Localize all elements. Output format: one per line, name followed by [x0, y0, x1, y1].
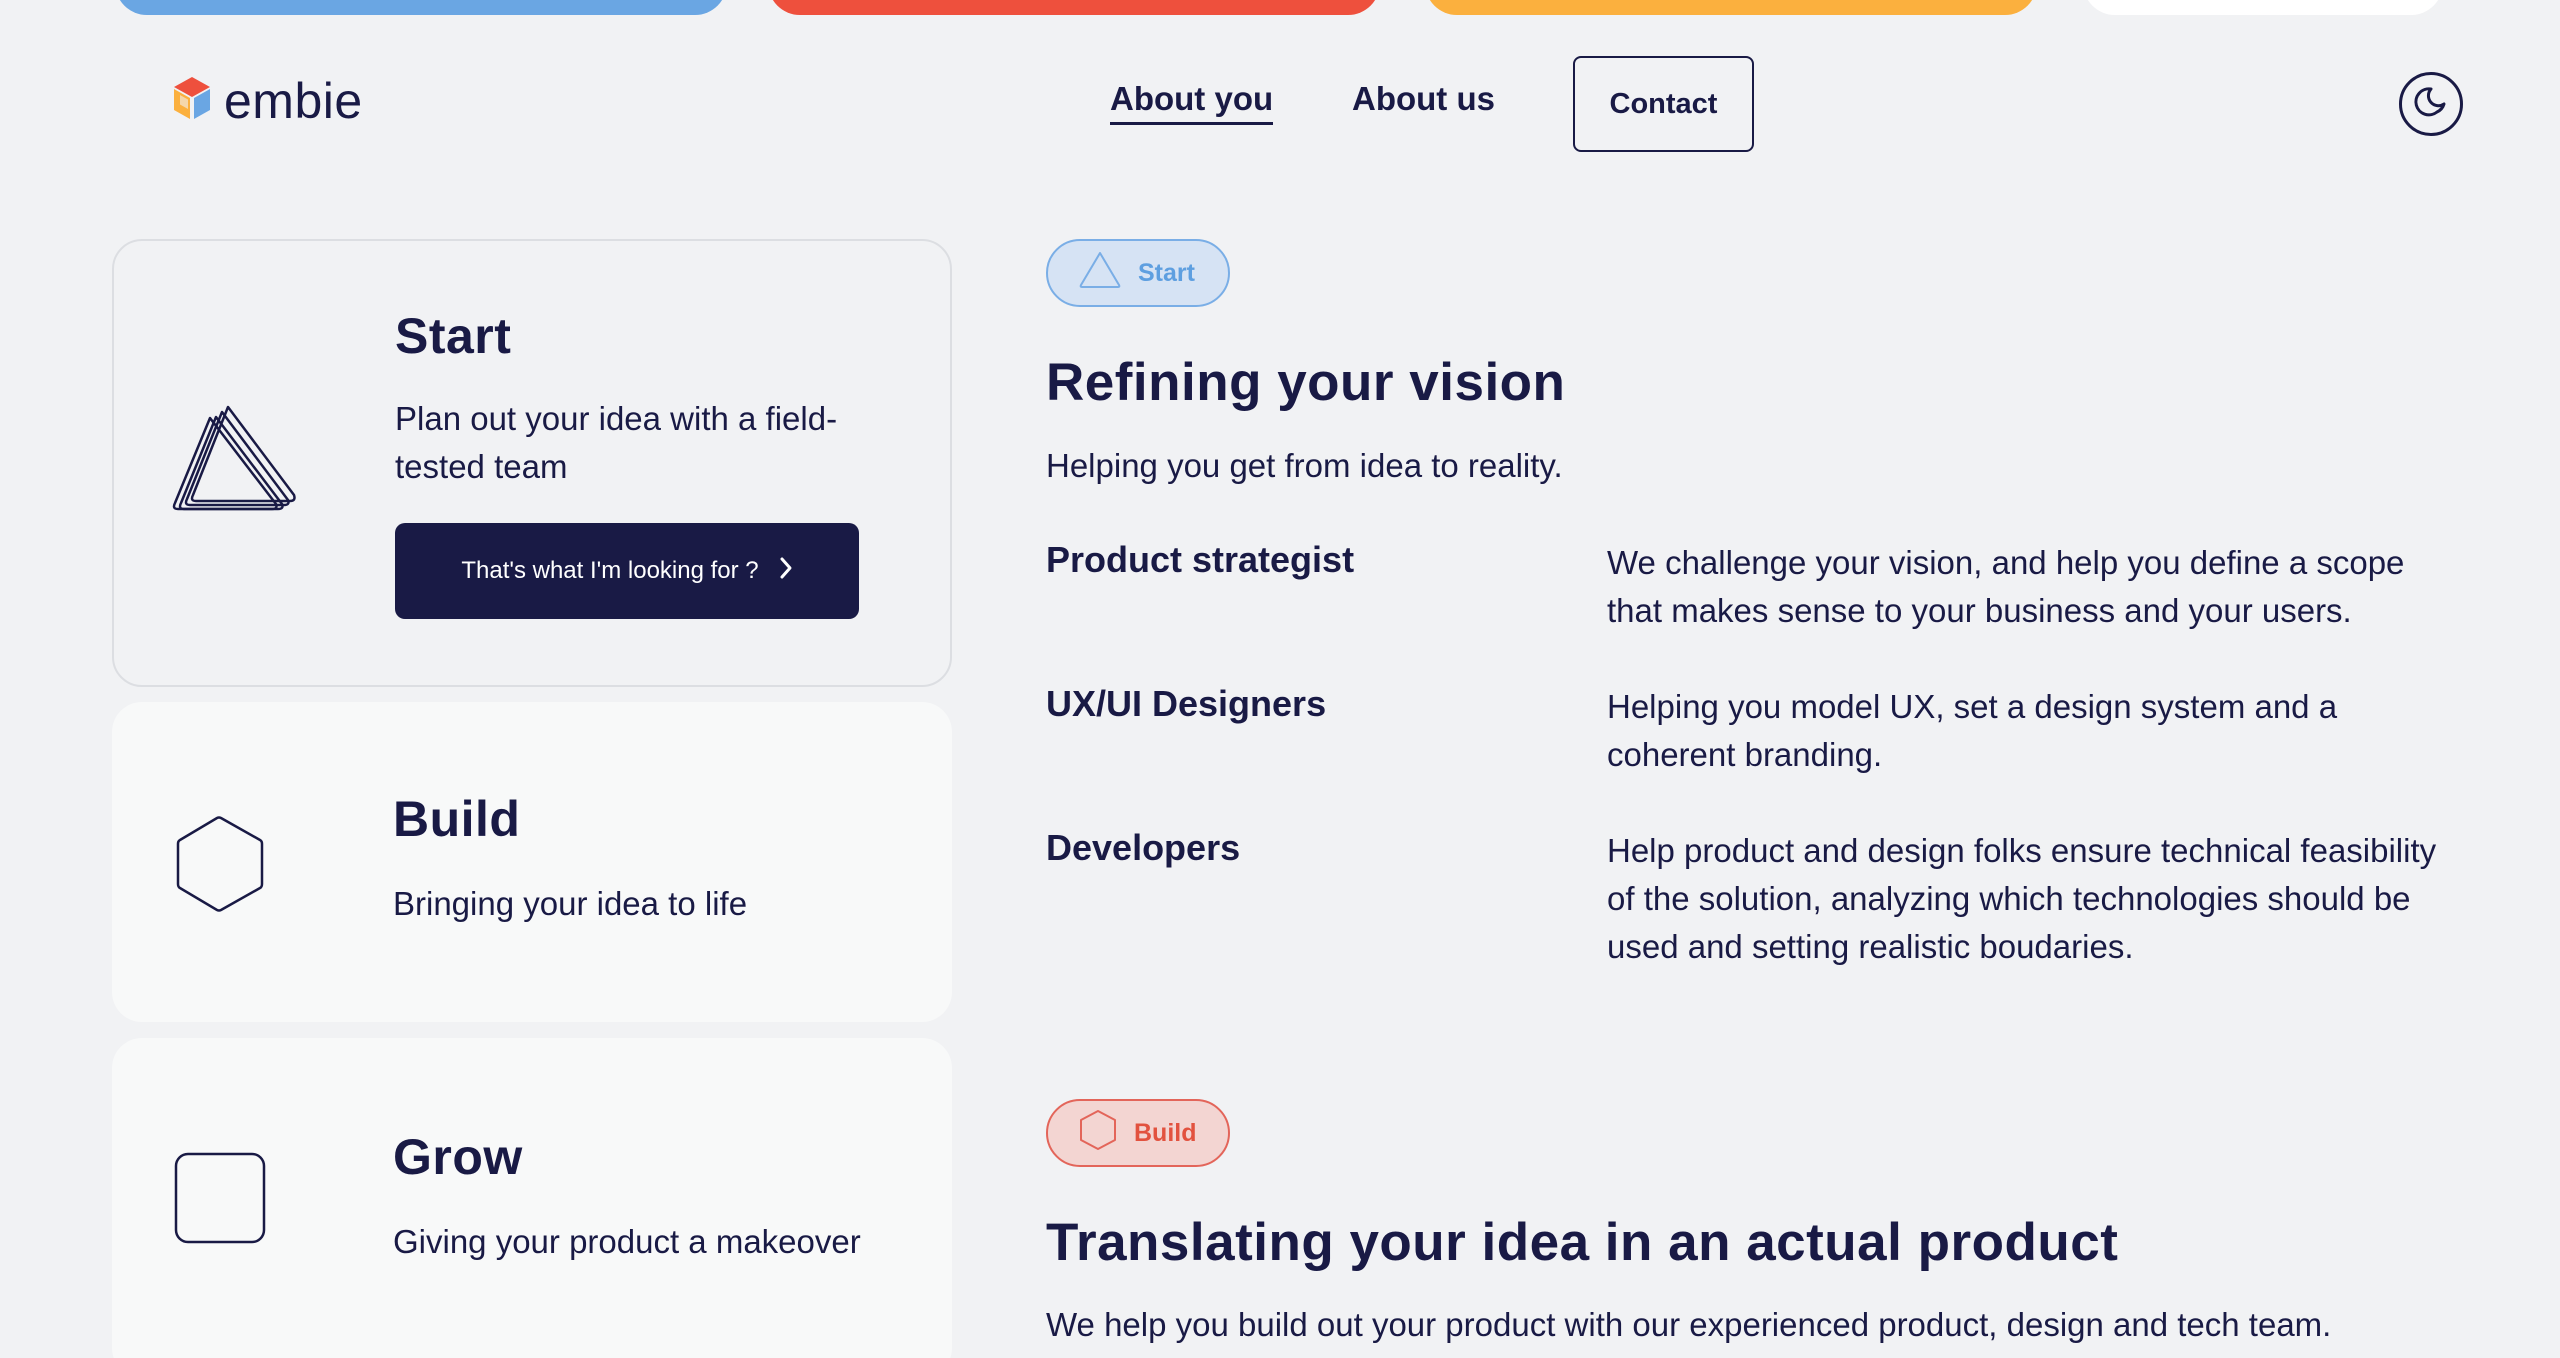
- card-description: Plan out your idea with a field-tested t…: [395, 400, 838, 485]
- card-title: Start: [395, 308, 512, 364]
- role-name: Developers: [1046, 827, 1241, 868]
- card-title: Grow: [393, 1129, 523, 1185]
- logo[interactable]: embie: [170, 72, 363, 130]
- section-title: Translating your idea in an actual produ…: [1046, 1213, 2119, 1272]
- badge-label: Start: [1138, 258, 1195, 287]
- cta-label: That's what I'm looking for ?: [461, 557, 759, 584]
- badge-label: Build: [1134, 1118, 1197, 1147]
- moon-icon: [2411, 82, 2451, 127]
- top-bar-yellow[interactable]: [1425, 0, 2037, 15]
- nav-about-us[interactable]: About us: [1352, 80, 1495, 118]
- rounded-square-icon: [174, 1152, 268, 1251]
- card-grow[interactable]: Grow Giving your product a makeover: [112, 1038, 952, 1358]
- contact-button[interactable]: Contact: [1573, 56, 1754, 152]
- top-bar-blue[interactable]: [115, 0, 727, 15]
- card-title: Build: [393, 791, 521, 847]
- theme-toggle-button[interactable]: [2399, 72, 2463, 136]
- role-description: Help product and design folks ensure tec…: [1607, 832, 2437, 965]
- card-description: Giving your product a makeover: [393, 1223, 861, 1260]
- section-subtitle: We help you build out your product with …: [1046, 1306, 2332, 1343]
- start-badge: Start: [1046, 239, 1230, 307]
- triangle-stack-icon: [170, 401, 300, 516]
- triangle-icon: [1078, 250, 1122, 297]
- role-name: UX/UI Designers: [1046, 683, 1327, 724]
- role-name: Product strategist: [1046, 539, 1355, 580]
- top-bar-red[interactable]: [768, 0, 1380, 15]
- card-build[interactable]: Build Bringing your idea to life: [112, 702, 952, 1022]
- logo-cube-icon: [170, 75, 214, 128]
- build-badge: Build: [1046, 1099, 1230, 1167]
- hexagon-icon: [1078, 1108, 1118, 1159]
- looking-for-button[interactable]: That's what I'm looking for ?: [395, 523, 859, 619]
- card-start[interactable]: Start Plan out your idea with a field-te…: [112, 239, 952, 687]
- hexagon-icon: [176, 814, 266, 919]
- logo-text: embie: [224, 73, 363, 129]
- card-description: Bringing your idea to life: [393, 885, 748, 922]
- chevron-right-icon: [779, 556, 793, 587]
- role-description: Helping you model UX, set a design syste…: [1607, 688, 2338, 773]
- section-title: Refining your vision: [1046, 353, 1566, 412]
- nav-about-you[interactable]: About you: [1110, 80, 1274, 125]
- role-description: We challenge your vision, and help you d…: [1607, 544, 2405, 629]
- top-bar-white[interactable]: [2083, 0, 2443, 15]
- section-subtitle: Helping you get from idea to reality.: [1046, 447, 1563, 484]
